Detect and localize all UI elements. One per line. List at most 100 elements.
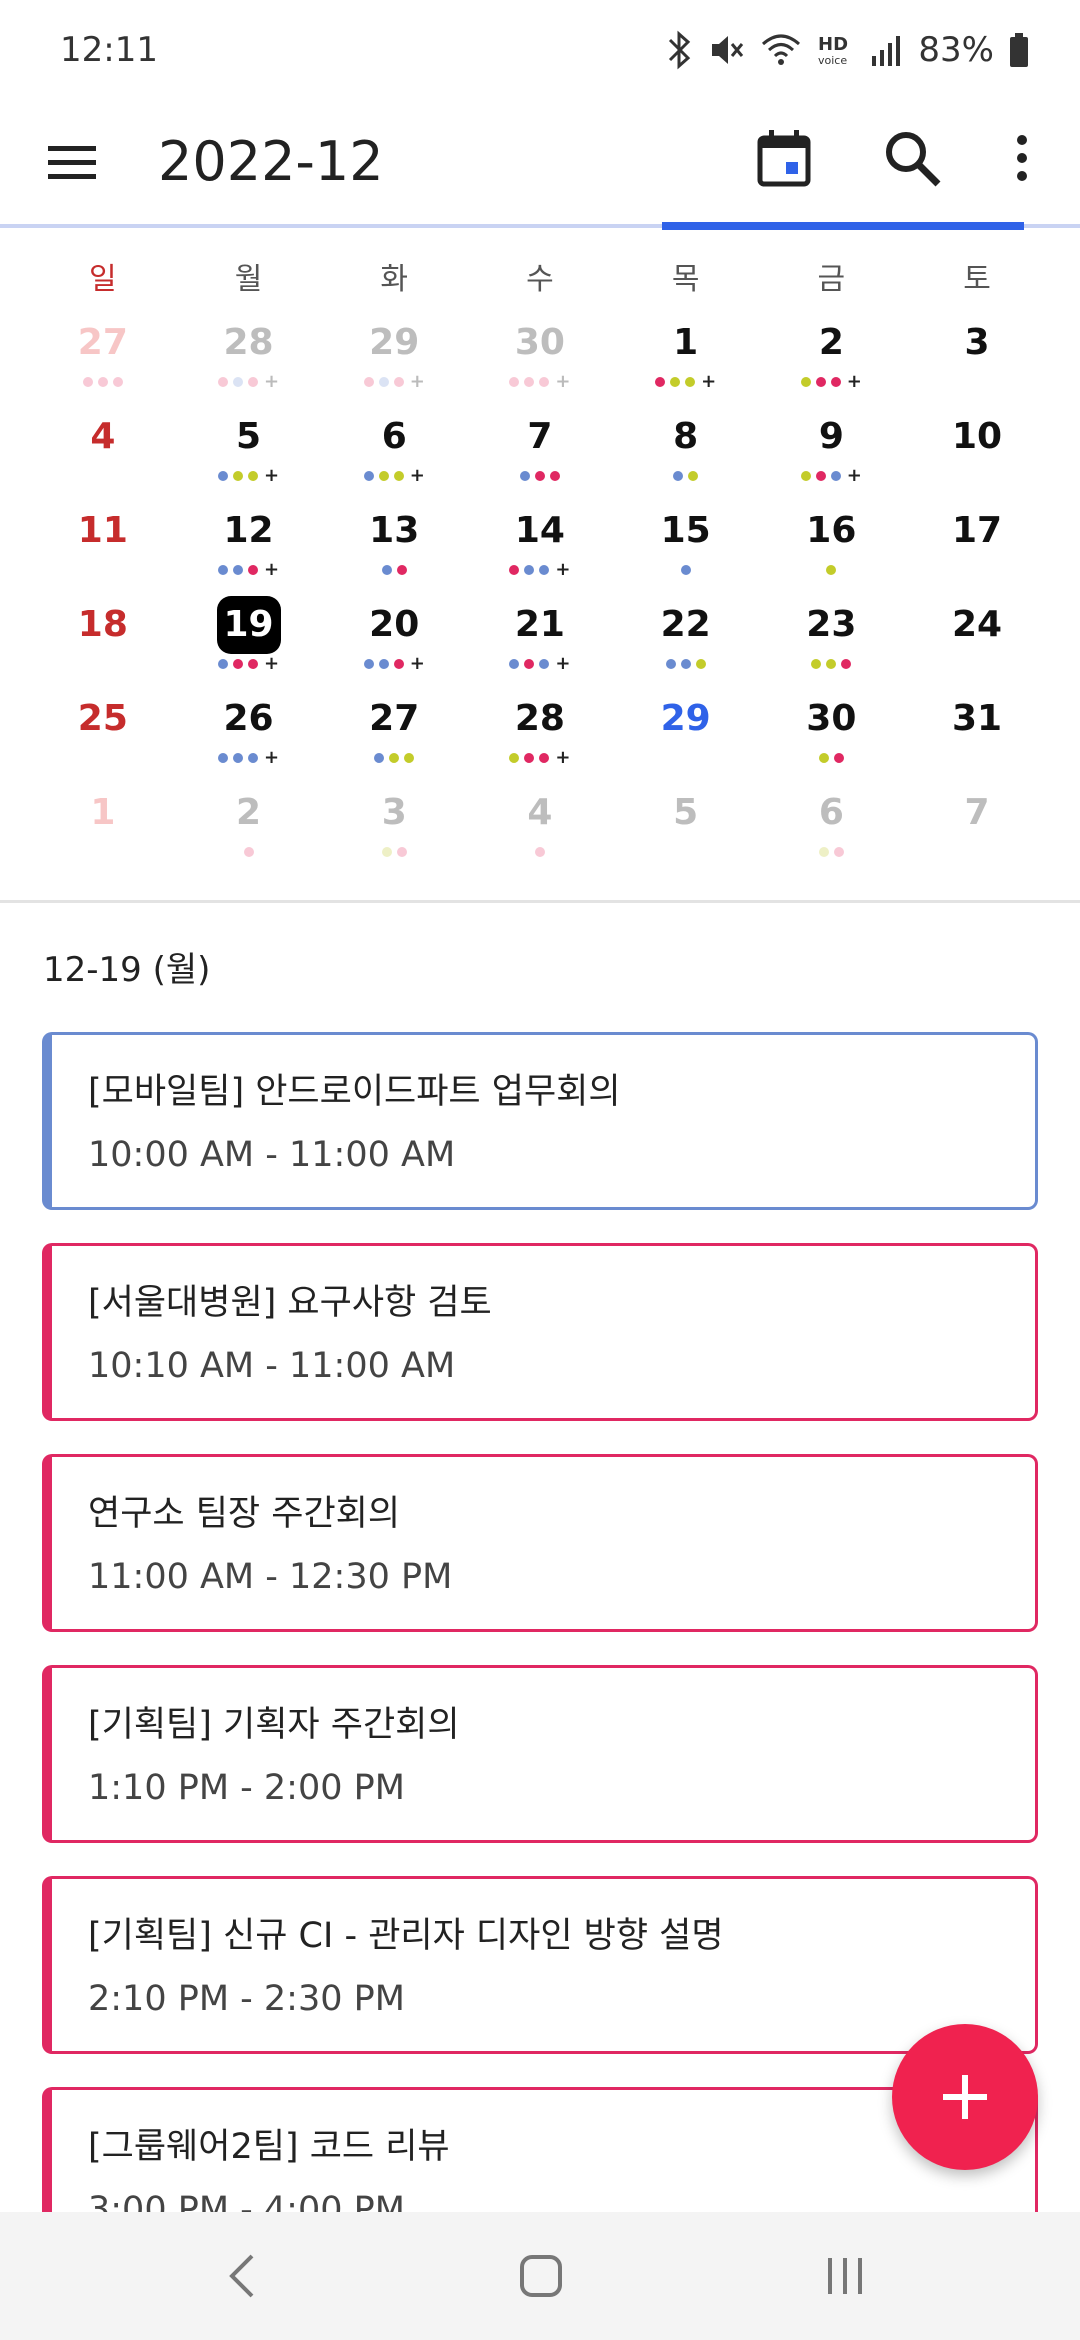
event-card[interactable]: [서울대병원] 요구사항 검토 10:10 AM - 11:00 AM	[42, 1243, 1038, 1421]
day-cell[interactable]: 13	[321, 502, 467, 596]
day-cell[interactable]: 6	[759, 784, 905, 878]
event-dot	[217, 659, 228, 669]
day-cell[interactable]: 29	[613, 690, 759, 784]
day-cell[interactable]: 28 +	[467, 690, 613, 784]
day-number: 5	[236, 416, 262, 457]
day-cell[interactable]: 9 +	[759, 408, 905, 502]
day-cell[interactable]: 8	[613, 408, 759, 502]
page-title[interactable]: 2022-12	[158, 124, 384, 200]
day-cell[interactable]: 12 +	[176, 502, 322, 596]
nav-recents-icon[interactable]	[822, 2248, 868, 2304]
event-dots	[321, 748, 467, 768]
day-cell[interactable]: 5 +	[176, 408, 322, 502]
event-time: 10:10 AM - 11:00 AM	[88, 1346, 456, 1386]
day-cell[interactable]: 10	[904, 408, 1050, 502]
day-cell[interactable]: 27	[321, 690, 467, 784]
day-number: 28	[514, 698, 565, 739]
day-cell[interactable]: 16	[759, 502, 905, 596]
nav-home-icon[interactable]	[518, 2248, 564, 2304]
day-cell[interactable]: 15	[613, 502, 759, 596]
day-cell[interactable]: 20 +	[321, 596, 467, 690]
weekday-label: 수	[526, 262, 554, 297]
day-cell[interactable]: 14 +	[467, 502, 613, 596]
event-dot	[243, 847, 254, 857]
week-row: 25 26 + 27 28 +29 30 31	[30, 690, 1050, 784]
event-dots	[467, 466, 613, 486]
day-cell[interactable]: 2	[176, 784, 322, 878]
event-list: [모바일팀] 안드로이드파트 업무회의 10:00 AM - 11:00 AM [서…	[42, 1032, 1038, 2298]
week-row: 18 19 +20 +21 +22 23 24	[30, 596, 1050, 690]
day-cell[interactable]: 7	[904, 784, 1050, 878]
day-cell[interactable]: 7	[467, 408, 613, 502]
event-card[interactable]: [기획팀] 신규 CI - 관리자 디자인 방향 설명 2:10 PM - 2:3…	[42, 1876, 1038, 2054]
event-dots	[759, 842, 905, 862]
more-vert-icon[interactable]	[1000, 126, 1044, 190]
event-dot	[247, 753, 258, 763]
event-title: [기획팀] 신규 CI - 관리자 디자인 방향 설명	[88, 1916, 724, 1956]
day-cell[interactable]: 1 +	[613, 314, 759, 408]
event-dots: +	[176, 560, 322, 580]
event-card[interactable]: [기획팀] 기획자 주간회의 1:10 PM - 2:00 PM	[42, 1665, 1038, 1843]
day-cell[interactable]: 3	[904, 314, 1050, 408]
event-dots: +	[321, 372, 467, 392]
days-grid: 27 28 +29 +30 +1 +2 +3 4 5 +6 +7 8 9 +10 11 12 +13 14 +15 1…	[30, 314, 1050, 878]
day-cell[interactable]: 18	[30, 596, 176, 690]
day-cell[interactable]: 28 +	[176, 314, 322, 408]
nav-back-icon[interactable]	[222, 2248, 262, 2304]
day-number: 13	[369, 510, 420, 551]
calendar-today-icon[interactable]	[752, 126, 816, 190]
day-cell[interactable]: 26 +	[176, 690, 322, 784]
day-number: 20	[369, 604, 420, 645]
day-cell[interactable]: 24	[904, 596, 1050, 690]
event-dots: +	[759, 372, 905, 392]
day-number: 21	[514, 604, 565, 645]
day-number: 31	[951, 698, 1003, 739]
day-cell[interactable]: 27	[30, 314, 176, 408]
event-dot	[378, 659, 389, 669]
event-card[interactable]: [모바일팀] 안드로이드파트 업무회의 10:00 AM - 11:00 AM	[42, 1032, 1038, 1210]
add-event-button[interactable]	[892, 2024, 1038, 2170]
event-card[interactable]: 연구소 팀장 주간회의 11:00 AM - 12:30 PM	[42, 1454, 1038, 1632]
day-cell[interactable]: 25	[30, 690, 176, 784]
day-cell[interactable]: 22	[613, 596, 759, 690]
event-dots: +	[467, 748, 613, 768]
day-cell[interactable]: 17	[904, 502, 1050, 596]
event-dot	[680, 565, 691, 575]
event-dot	[393, 377, 404, 387]
day-number: 2	[818, 322, 844, 363]
event-dots	[321, 560, 467, 580]
day-cell[interactable]: 5	[613, 784, 759, 878]
svg-text:voice: voice	[818, 54, 847, 67]
event-dot	[826, 659, 837, 669]
event-dots: +	[467, 372, 613, 392]
day-cell[interactable]: 21 +	[467, 596, 613, 690]
more-events-plus-icon: +	[555, 371, 571, 392]
day-cell[interactable]: 23	[759, 596, 905, 690]
day-cell[interactable]: 4	[467, 784, 613, 878]
day-number: 27	[369, 698, 420, 739]
event-dots	[321, 842, 467, 862]
event-time: 10:00 AM - 11:00 AM	[88, 1135, 456, 1175]
day-cell[interactable]: 11	[30, 502, 176, 596]
day-cell[interactable]: 2 +	[759, 314, 905, 408]
event-dots: +	[176, 654, 322, 674]
event-dot	[818, 847, 829, 857]
event-dots	[904, 560, 1050, 580]
day-cell[interactable]: 6 +	[321, 408, 467, 502]
event-dot	[363, 377, 374, 387]
menu-icon[interactable]	[40, 130, 104, 194]
day-cell[interactable]: 29 +	[321, 314, 467, 408]
event-dot	[378, 471, 389, 481]
event-dot	[363, 471, 374, 481]
event-dots	[30, 748, 176, 768]
day-cell-today[interactable]: 19 +	[176, 596, 322, 690]
day-cell[interactable]: 30 +	[467, 314, 613, 408]
event-dot	[232, 659, 243, 669]
day-cell[interactable]: 30	[759, 690, 905, 784]
day-cell[interactable]: 1	[30, 784, 176, 878]
event-dot	[688, 471, 699, 481]
day-cell[interactable]: 3	[321, 784, 467, 878]
day-cell[interactable]: 4	[30, 408, 176, 502]
search-icon[interactable]	[880, 126, 944, 190]
day-cell[interactable]: 31	[904, 690, 1050, 784]
